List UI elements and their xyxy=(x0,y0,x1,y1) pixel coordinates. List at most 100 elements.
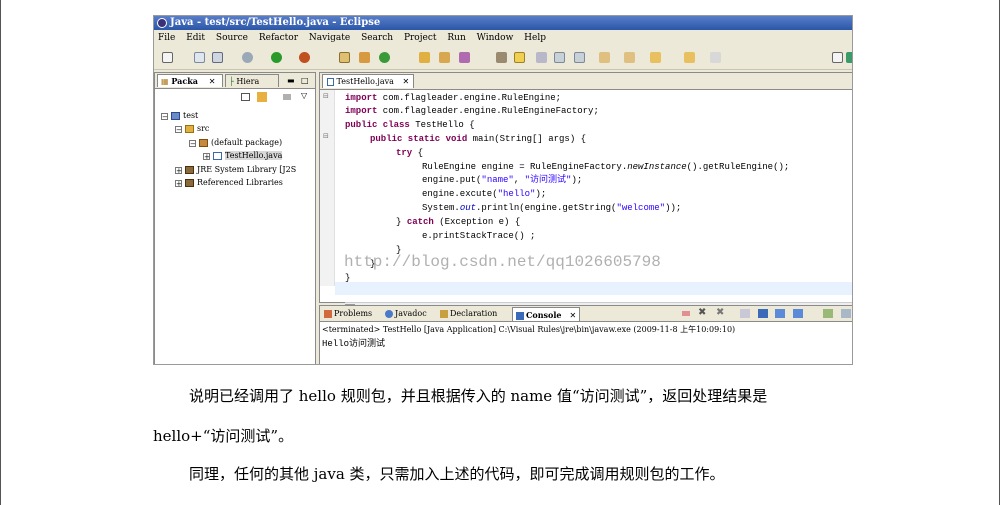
collapse-toggle-icon[interactable]: − xyxy=(189,139,196,147)
java-perspective-icon[interactable] xyxy=(846,52,852,63)
previous-annotation-icon[interactable] xyxy=(624,52,635,63)
toggle-breadcrumb-icon[interactable] xyxy=(574,52,585,63)
tree-item-src[interactable]: − src xyxy=(175,122,209,135)
view-menu-dropdown-icon[interactable]: ▽ xyxy=(301,91,307,100)
forward-disabled-icon[interactable] xyxy=(710,52,721,63)
tree-item-referenced-libraries[interactable]: + Referenced Libraries xyxy=(175,176,283,189)
tree-item-label: JRE System Library [J2S xyxy=(197,165,297,174)
page-border-left xyxy=(0,0,1,505)
expand-toggle-icon[interactable]: + xyxy=(203,152,210,160)
tab-problems[interactable]: Problems xyxy=(321,307,375,321)
close-icon[interactable]: ✕ xyxy=(209,77,216,86)
external-tools-icon[interactable] xyxy=(299,52,310,63)
close-icon[interactable]: ✕ xyxy=(402,77,409,86)
code-line: engine.put("name", "访问测试"); xyxy=(422,175,583,185)
tab-problems-label: Problems xyxy=(334,309,373,318)
tab-hierarchy-label: Hiera xyxy=(236,77,260,86)
editor-gutter: ⊟ ⊟ xyxy=(320,90,335,286)
window-titlebar: Java - test/src/TestHello.java - Eclipse xyxy=(154,16,852,30)
tab-package-explorer[interactable]: ▦ Packa ✕ xyxy=(157,74,223,87)
expand-toggle-icon[interactable]: + xyxy=(175,179,182,187)
clear-console-icon[interactable] xyxy=(740,309,750,318)
tab-hierarchy[interactable]: ├ Hiera xyxy=(225,74,279,87)
save-icon[interactable] xyxy=(194,52,205,63)
tree-item-default-package[interactable]: − (default package) xyxy=(189,136,282,149)
tree-item-label: TestHello.java xyxy=(225,151,283,160)
tab-testhello-java[interactable]: TestHello.java ✕ xyxy=(322,74,415,88)
tab-console[interactable]: Console ✕ xyxy=(512,307,581,321)
link-with-editor-icon[interactable] xyxy=(257,92,267,102)
terminate-icon[interactable] xyxy=(682,311,690,316)
debug-icon[interactable] xyxy=(242,52,253,63)
next-annotation-icon[interactable] xyxy=(599,52,610,63)
remove-all-icon[interactable]: ✖ xyxy=(716,307,724,318)
new-class-icon[interactable] xyxy=(379,52,390,63)
menu-project[interactable]: Project xyxy=(404,33,437,43)
package-explorer-icon: ▦ xyxy=(161,76,169,86)
tree-item-test[interactable]: − test xyxy=(161,109,198,122)
console-status: <terminated> TestHello [Java Application… xyxy=(322,325,736,334)
minimize-icon[interactable]: ▬ xyxy=(287,73,295,88)
remove-launch-icon[interactable]: ✖ xyxy=(698,307,706,318)
collapse-toggle-icon[interactable]: − xyxy=(175,125,182,133)
highlight-icon[interactable] xyxy=(514,52,525,63)
tab-declaration[interactable]: Declaration xyxy=(437,307,500,321)
expand-toggle-icon[interactable]: + xyxy=(175,166,182,174)
print-icon[interactable] xyxy=(212,52,223,63)
main-toolbar xyxy=(154,47,852,70)
menu-window[interactable]: Window xyxy=(477,33,514,43)
fold-icon[interactable]: ⊟ xyxy=(323,132,329,140)
open-type-icon[interactable] xyxy=(419,52,430,63)
close-icon[interactable]: ✕ xyxy=(570,311,577,320)
library-icon xyxy=(185,179,194,187)
block-selection-icon[interactable] xyxy=(554,52,565,63)
back-icon[interactable] xyxy=(650,52,661,63)
tab-javadoc-label: Javadoc xyxy=(395,309,427,318)
menu-search[interactable]: Search xyxy=(361,33,393,43)
scroll-lock-icon[interactable] xyxy=(758,309,768,318)
maximize-icon[interactable]: □ xyxy=(301,73,309,88)
tab-javadoc[interactable]: Javadoc xyxy=(382,307,430,321)
forward-arrow-icon[interactable] xyxy=(684,52,695,63)
tree-item-jre-library[interactable]: + JRE System Library [J2S xyxy=(175,163,296,176)
pin-console-icon[interactable] xyxy=(823,309,833,318)
menu-help[interactable]: Help xyxy=(524,33,546,43)
current-line-highlight xyxy=(335,282,852,295)
console-view: Problems Javadoc Declaration Console ✕ ✖ … xyxy=(319,305,852,364)
show-console-stdout-icon[interactable] xyxy=(775,309,785,318)
fold-icon[interactable]: ⊟ xyxy=(323,92,329,100)
display-console-icon[interactable] xyxy=(841,309,851,318)
menu-bar: File Edit Source Refactor Navigate Searc… xyxy=(154,30,852,46)
menu-run[interactable]: Run xyxy=(447,33,465,43)
declaration-icon xyxy=(440,310,448,318)
show-whitespace-icon[interactable] xyxy=(536,52,547,63)
new-java-project-icon[interactable] xyxy=(339,52,350,63)
collapse-all-icon[interactable] xyxy=(241,93,250,101)
code-line: try { xyxy=(396,148,424,158)
run-icon[interactable] xyxy=(271,52,282,63)
library-icon xyxy=(185,166,194,174)
package-explorer-toolbar: ▽ xyxy=(155,89,315,105)
package-explorer: ▦ Packa ✕ ├ Hiera ▬ □ ▽ − test − src − (… xyxy=(154,72,316,364)
tab-console-label: Console xyxy=(526,310,562,320)
tree-item-testhello[interactable]: + TestHello.java xyxy=(203,149,283,162)
menu-source[interactable]: Source xyxy=(216,33,248,43)
open-perspective-icon[interactable] xyxy=(832,52,843,63)
collapse-toggle-icon[interactable]: − xyxy=(161,112,168,120)
toggle-mark-icon[interactable] xyxy=(496,52,507,63)
paragraph-1-line-1: 说明已经调用了 hello 规则包，并且根据传入的 name 值“访问测试”，返… xyxy=(189,387,768,405)
open-resource-icon[interactable] xyxy=(439,52,450,63)
menu-refactor[interactable]: Refactor xyxy=(259,33,298,43)
tree-item-label: Referenced Libraries xyxy=(197,178,283,187)
new-icon[interactable] xyxy=(162,52,173,63)
menu-navigate[interactable]: Navigate xyxy=(309,33,350,43)
view-menu-icon[interactable] xyxy=(283,94,291,100)
editor-tab-label: TestHello.java xyxy=(336,77,394,86)
menu-file[interactable]: File xyxy=(158,33,175,43)
show-console-stderr-icon[interactable] xyxy=(793,309,803,318)
menu-edit[interactable]: Edit xyxy=(186,33,205,43)
window-title: Java - test/src/TestHello.java - Eclipse xyxy=(170,17,381,28)
new-package-icon[interactable] xyxy=(359,52,370,63)
paragraph-1-line-2: hello+“访问测试”。 xyxy=(153,427,294,445)
search-icon[interactable] xyxy=(459,52,470,63)
